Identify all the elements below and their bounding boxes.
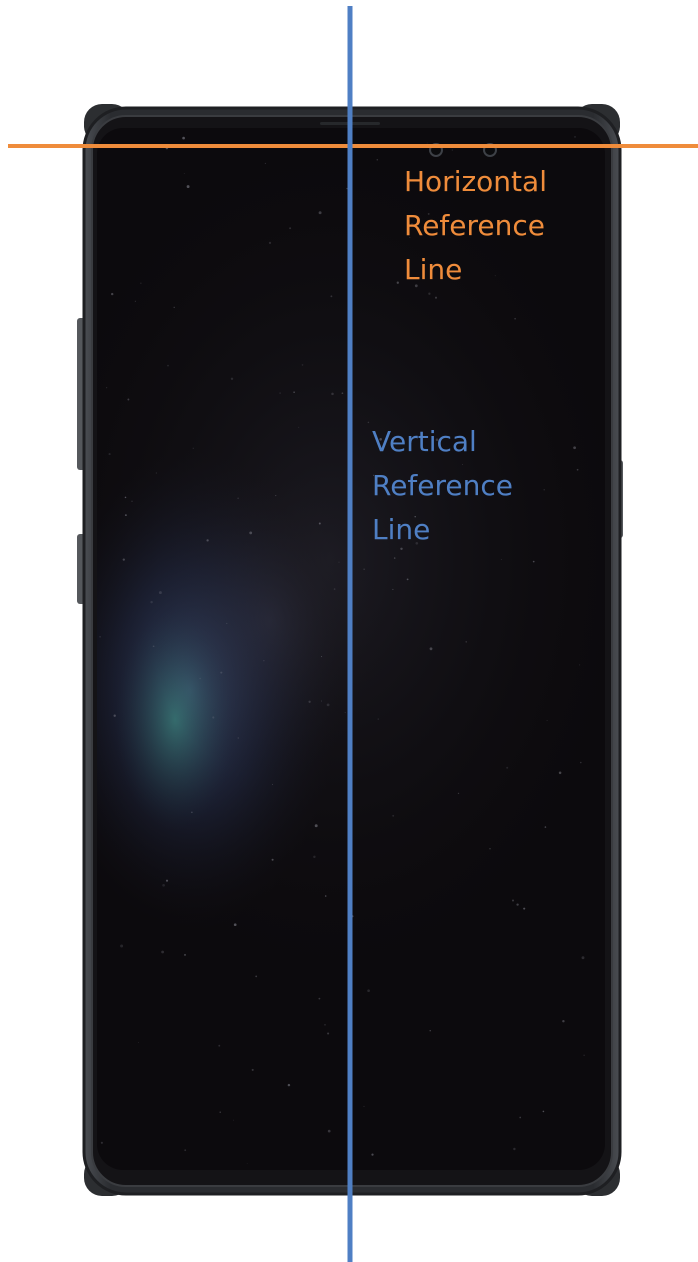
horizontal-reference-label: Horizontal Reference Line	[404, 165, 547, 286]
vertical-reference-label: Vertical Reference Line	[372, 425, 513, 546]
phone-photo-scene	[8, 6, 698, 1262]
